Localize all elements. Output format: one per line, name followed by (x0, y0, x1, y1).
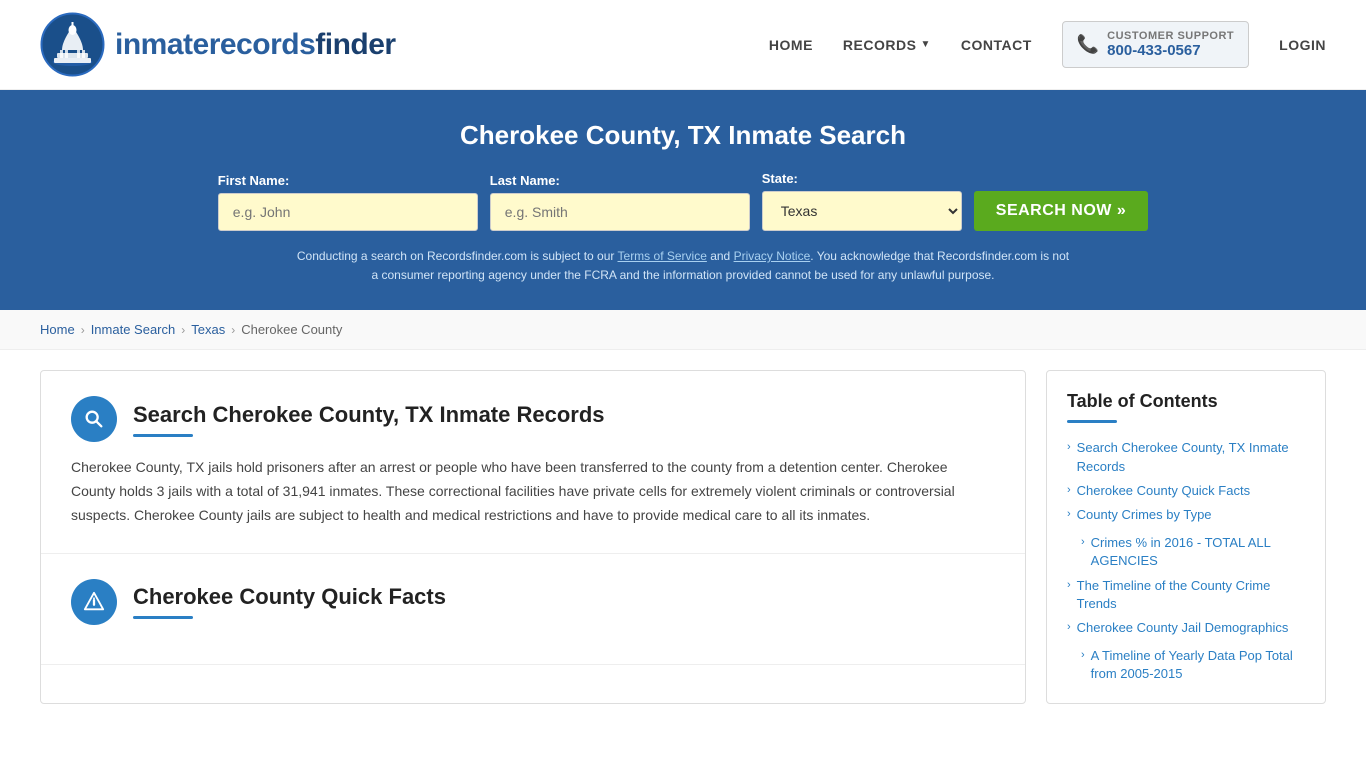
breadcrumb-home[interactable]: Home (40, 322, 75, 337)
search-section-icon (71, 396, 117, 442)
breadcrumb-texas[interactable]: Texas (191, 322, 225, 337)
privacy-link[interactable]: Privacy Notice (734, 249, 811, 263)
support-info: CUSTOMER SUPPORT 800-433-0567 (1107, 30, 1234, 59)
logo[interactable]: inmaterecordsfinder (40, 12, 396, 77)
toc-link-6[interactable]: Cherokee County Jail Demographics (1077, 619, 1289, 637)
chevron-right-icon-6: › (1067, 621, 1071, 633)
search-banner: Cherokee County, TX Inmate Search First … (0, 90, 1366, 310)
breadcrumb-sep-2: › (181, 323, 185, 337)
main-nav: HOME RECORDS ▼ CONTACT 📞 CUSTOMER SUPPOR… (769, 21, 1326, 68)
last-name-label: Last Name: (490, 173, 560, 188)
login-button[interactable]: LOGIN (1279, 37, 1326, 53)
toc-link-3[interactable]: County Crimes by Type (1077, 506, 1212, 524)
state-group: State: Texas Alabama Alaska Arizona Cali… (762, 171, 962, 231)
last-name-input[interactable] (490, 193, 750, 231)
nav-records[interactable]: RECORDS ▼ (843, 37, 931, 53)
sidebar-right: Table of Contents › Search Cherokee Coun… (1046, 370, 1326, 704)
quickfacts-section-header: Cherokee County Quick Facts (71, 579, 995, 625)
state-select[interactable]: Texas Alabama Alaska Arizona California … (762, 191, 962, 231)
chevron-right-icon-2: › (1067, 484, 1071, 496)
breadcrumb: Home › Inmate Search › Texas › Cherokee … (0, 310, 1366, 350)
toc-link-5[interactable]: The Timeline of the County Crime Trends (1077, 577, 1305, 613)
quickfacts-title-group: Cherokee County Quick Facts (133, 584, 446, 619)
toc-item-5: › The Timeline of the County Crime Trend… (1067, 577, 1305, 613)
chevron-right-icon-4: › (1081, 536, 1085, 548)
chevron-down-icon: ▼ (920, 39, 930, 50)
magnifier-icon (83, 408, 105, 430)
search-title-underline (133, 434, 193, 437)
phone-icon: 📞 (1077, 34, 1099, 55)
toc-title: Table of Contents (1067, 391, 1305, 412)
toc-item-4: › Crimes % in 2016 - TOTAL ALL AGENCIES (1081, 534, 1305, 570)
toc-item-2: › Cherokee County Quick Facts (1067, 482, 1305, 500)
toc-link-2[interactable]: Cherokee County Quick Facts (1077, 482, 1250, 500)
search-section-title-group: Search Cherokee County, TX Inmate Record… (133, 402, 605, 437)
tos-link[interactable]: Terms of Service (618, 249, 707, 263)
nav-contact[interactable]: CONTACT (961, 37, 1032, 53)
toc-item-7: › A Timeline of Yearly Data Pop Total fr… (1081, 647, 1305, 683)
search-section-header: Search Cherokee County, TX Inmate Record… (71, 396, 995, 442)
search-button[interactable]: SEARCH NOW » (974, 191, 1148, 231)
toc-item-3: › County Crimes by Type (1067, 506, 1305, 524)
chevron-right-icon-5: › (1067, 579, 1071, 591)
logo-icon (40, 12, 105, 77)
search-section: Search Cherokee County, TX Inmate Record… (41, 371, 1025, 553)
quickfacts-section-title: Cherokee County Quick Facts (133, 584, 446, 610)
toc-link-1[interactable]: Search Cherokee County, TX Inmate Record… (1077, 439, 1305, 475)
quickfacts-section: Cherokee County Quick Facts (41, 554, 1025, 665)
toc-divider (1067, 420, 1117, 423)
toc-link-4[interactable]: Crimes % in 2016 - TOTAL ALL AGENCIES (1091, 534, 1305, 570)
logo-text: inmaterecordsfinder (115, 28, 396, 61)
search-banner-title: Cherokee County, TX Inmate Search (40, 120, 1326, 151)
state-label: State: (762, 171, 798, 186)
last-name-group: Last Name: (490, 173, 750, 231)
first-name-input[interactable] (218, 193, 478, 231)
site-header: inmaterecordsfinder HOME RECORDS ▼ CONTA… (0, 0, 1366, 90)
chevron-right-icon: › (1067, 441, 1071, 453)
nav-home[interactable]: HOME (769, 37, 813, 53)
chevron-right-icon-7: › (1081, 649, 1085, 661)
quickfacts-section-icon (71, 579, 117, 625)
table-of-contents: Table of Contents › Search Cherokee Coun… (1046, 370, 1326, 704)
search-form: First Name: Last Name: State: Texas Alab… (40, 171, 1326, 231)
customer-support-box[interactable]: 📞 CUSTOMER SUPPORT 800-433-0567 (1062, 21, 1249, 68)
breadcrumb-inmate-search[interactable]: Inmate Search (91, 322, 176, 337)
toc-list: › Search Cherokee County, TX Inmate Reco… (1067, 439, 1305, 683)
quickfacts-title-underline (133, 616, 193, 619)
content-left: Search Cherokee County, TX Inmate Record… (40, 370, 1026, 704)
main-content: Search Cherokee County, TX Inmate Record… (0, 350, 1366, 724)
info-icon (83, 591, 105, 613)
toc-link-7[interactable]: A Timeline of Yearly Data Pop Total from… (1091, 647, 1305, 683)
chevron-right-icon-3: › (1067, 508, 1071, 520)
first-name-label: First Name: (218, 173, 290, 188)
toc-item-1: › Search Cherokee County, TX Inmate Reco… (1067, 439, 1305, 475)
logo-wordmark: inmaterecordsfinder (115, 28, 396, 62)
disclaimer-text: Conducting a search on Recordsfinder.com… (293, 247, 1073, 285)
breadcrumb-sep-3: › (231, 323, 235, 337)
first-name-group: First Name: (218, 173, 478, 231)
breadcrumb-sep-1: › (81, 323, 85, 337)
toc-item-6: › Cherokee County Jail Demographics (1067, 619, 1305, 637)
search-section-body: Cherokee County, TX jails hold prisoners… (71, 456, 995, 527)
search-section-title: Search Cherokee County, TX Inmate Record… (133, 402, 605, 428)
breadcrumb-current: Cherokee County (241, 322, 342, 337)
